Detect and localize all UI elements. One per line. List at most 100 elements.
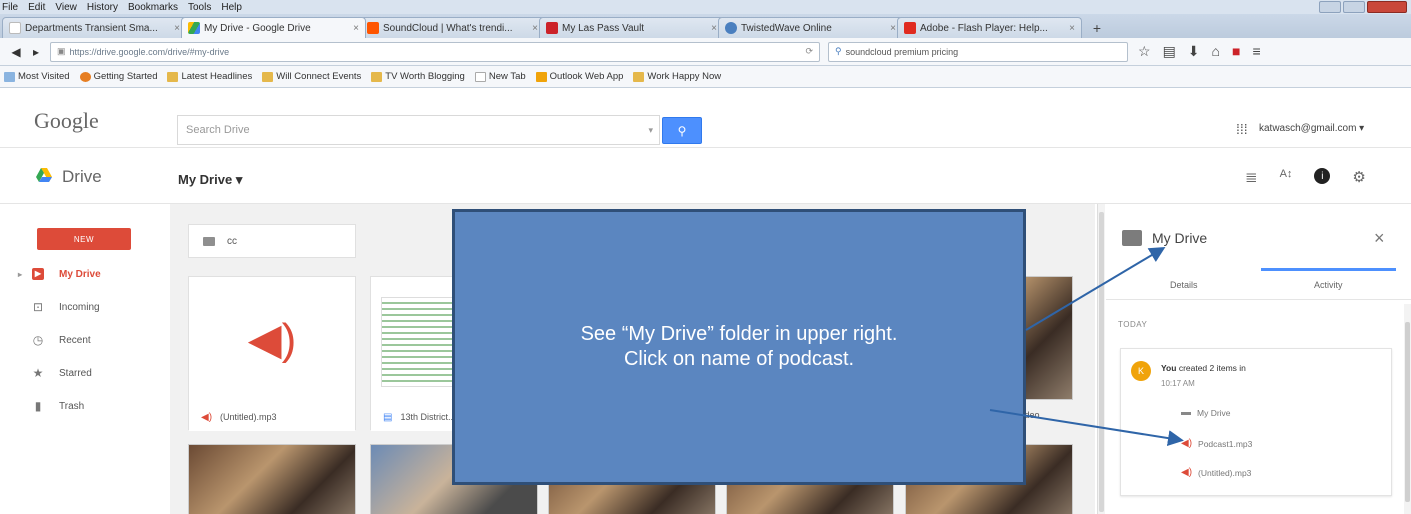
back-button[interactable]: ◀: [6, 42, 26, 62]
activity-item-podcast[interactable]: ◀) Podcast1.mp3: [1181, 438, 1252, 449]
clipboard-icon[interactable]: ▤: [1163, 43, 1176, 60]
folder-icon: [633, 71, 645, 82]
browser-search-box[interactable]: ⚲ soundcloud premium pricing: [828, 41, 1128, 62]
clock-icon: ◷: [32, 333, 44, 347]
incoming-icon: ⊡: [32, 300, 44, 314]
menu-view[interactable]: View: [55, 2, 77, 13]
bookmark-label: Latest Headlines: [181, 71, 253, 82]
activity-item-folder[interactable]: ▬ My Drive: [1181, 407, 1231, 418]
activity-item-label: My Drive: [1197, 407, 1231, 418]
caret-down-icon[interactable]: ▾: [648, 125, 653, 136]
home-icon[interactable]: ⌂: [1212, 43, 1220, 60]
google-logo[interactable]: Google: [34, 108, 99, 134]
menu-help[interactable]: Help: [221, 2, 242, 13]
addon-icon[interactable]: ■: [1232, 43, 1240, 60]
bookmark-label: TV Worth Blogging: [385, 71, 465, 82]
menu-icon[interactable]: ≡: [1252, 43, 1260, 60]
bookmark-item[interactable]: Most Visited: [4, 71, 70, 82]
tab-close-icon[interactable]: ×: [174, 23, 180, 34]
browser-tab-5[interactable]: TwistedWave Online ×: [718, 17, 903, 38]
minimize-button[interactable]: [1319, 1, 1341, 13]
list-view-icon[interactable]: ≣: [1245, 168, 1258, 186]
tab-close-icon[interactable]: ×: [532, 23, 538, 34]
tab-close-icon[interactable]: ×: [1069, 23, 1075, 34]
browser-tab-6[interactable]: Adobe - Flash Player: Help... ×: [897, 17, 1082, 38]
tab-label: My Las Pass Vault: [562, 22, 645, 34]
menu-file[interactable]: File: [2, 2, 18, 13]
tab-close-icon[interactable]: ×: [890, 23, 896, 34]
tab-close-icon[interactable]: ×: [711, 23, 717, 34]
search-button[interactable]: ⚲: [662, 117, 702, 144]
star-icon[interactable]: ☆: [1138, 43, 1151, 60]
folder-tile[interactable]: cc: [188, 224, 356, 258]
tab-details[interactable]: Details: [1170, 280, 1198, 290]
bookmark-item[interactable]: TV Worth Blogging: [371, 71, 465, 82]
folder-icon: ▬: [1181, 407, 1191, 418]
scrollbar-thumb[interactable]: [1405, 322, 1410, 502]
search-icon: ⚲: [677, 123, 687, 138]
browser-tab-4[interactable]: My Las Pass Vault ×: [539, 17, 724, 38]
file-name: (Untitled).mp3: [220, 412, 277, 422]
new-tab-button[interactable]: +: [1086, 18, 1108, 38]
activity-time: 10:17 AM: [1161, 379, 1195, 388]
browser-tab-2[interactable]: My Drive - Google Drive ×: [181, 17, 366, 38]
drive-sidebar: ▸ ▶ My Drive ⊡ Incoming ◷ Recent ★ Starr…: [18, 263, 101, 428]
menu-history[interactable]: History: [87, 2, 118, 13]
sort-az-icon[interactable]: A↕: [1280, 168, 1293, 186]
bookmark-item[interactable]: Latest Headlines: [167, 71, 252, 82]
content-scrollbar[interactable]: [1097, 204, 1105, 514]
active-tab-indicator: [1261, 268, 1396, 271]
menu-tools[interactable]: Tools: [188, 2, 211, 13]
download-icon[interactable]: ⬇: [1188, 43, 1200, 60]
my-drive-dropdown[interactable]: My Drive ▾: [178, 172, 242, 188]
maximize-button[interactable]: [1343, 1, 1365, 13]
sidebar-label: Starred: [59, 367, 92, 379]
menu-edit[interactable]: Edit: [28, 2, 45, 13]
activity-item-label: Podcast1.mp3: [1198, 438, 1253, 449]
activity-item-untitled[interactable]: ◀) (Untitled).mp3: [1181, 467, 1251, 478]
forward-button[interactable]: ▸: [26, 42, 46, 62]
view-toolbar: ≣ A↕ i ⚙: [1245, 168, 1366, 186]
folder-icon: ▶: [32, 268, 44, 280]
sidebar-item-starred[interactable]: ★ Starred: [18, 362, 101, 384]
new-button[interactable]: NEW: [37, 228, 131, 250]
browser-tab-1[interactable]: Departments Transient Sma... ×: [2, 17, 187, 38]
close-icon[interactable]: ×: [1374, 228, 1385, 249]
window-controls: [1319, 1, 1407, 13]
bookmark-item[interactable]: Work Happy Now: [633, 71, 721, 82]
photo-thumbnail[interactable]: [188, 444, 356, 514]
bookmark-item[interactable]: Getting Started: [79, 71, 157, 82]
drive-search-input[interactable]: Search Drive ▾: [177, 115, 660, 145]
browser-tab-3[interactable]: SoundCloud | What's trendi... ×: [360, 17, 545, 38]
menu-bar: File Edit View History Bookmarks Tools H…: [0, 0, 1411, 14]
drive-app-label[interactable]: Drive: [62, 167, 102, 187]
sidebar-item-incoming[interactable]: ⊡ Incoming: [18, 296, 101, 318]
bookmark-label: New Tab: [488, 71, 526, 82]
tab-label: My Drive - Google Drive: [204, 22, 311, 34]
reload-icon[interactable]: ⟳: [805, 46, 813, 57]
sidebar-item-trash[interactable]: ▮ Trash: [18, 395, 101, 417]
menu-bookmarks[interactable]: Bookmarks: [128, 2, 178, 13]
scrollbar-thumb[interactable]: [1099, 212, 1104, 512]
folder-icon: [167, 71, 179, 82]
tab-label: Departments Transient Sma...: [25, 22, 158, 34]
gear-icon[interactable]: ⚙: [1352, 168, 1365, 186]
star-icon: ★: [32, 366, 44, 380]
close-window-button[interactable]: [1367, 1, 1407, 13]
tab-close-icon[interactable]: ×: [353, 23, 359, 34]
account-menu[interactable]: katwasch@gmail.com ▾: [1259, 123, 1364, 134]
bookmark-item[interactable]: Will Connect Events: [262, 71, 361, 82]
bookmark-item[interactable]: Outlook Web App: [535, 71, 623, 82]
panel-scrollbar[interactable]: [1404, 304, 1411, 514]
bookmark-item[interactable]: New Tab: [474, 71, 526, 82]
file-name: 13th District...: [400, 412, 456, 422]
tab-activity[interactable]: Activity: [1314, 280, 1343, 290]
info-icon[interactable]: i: [1314, 168, 1331, 184]
expand-arrow-icon[interactable]: ▸: [18, 270, 22, 279]
lastpass-icon: [546, 22, 558, 34]
sidebar-item-my-drive[interactable]: ▸ ▶ My Drive: [18, 263, 101, 285]
sidebar-item-recent[interactable]: ◷ Recent: [18, 329, 101, 351]
url-bar[interactable]: ▣ https://drive.google.com/drive/#my-dri…: [50, 41, 820, 62]
apps-grid-icon[interactable]: ⁞⁞⁞: [1236, 121, 1248, 137]
file-card-audio[interactable]: ◀) ◀) (Untitled).mp3: [188, 276, 356, 431]
